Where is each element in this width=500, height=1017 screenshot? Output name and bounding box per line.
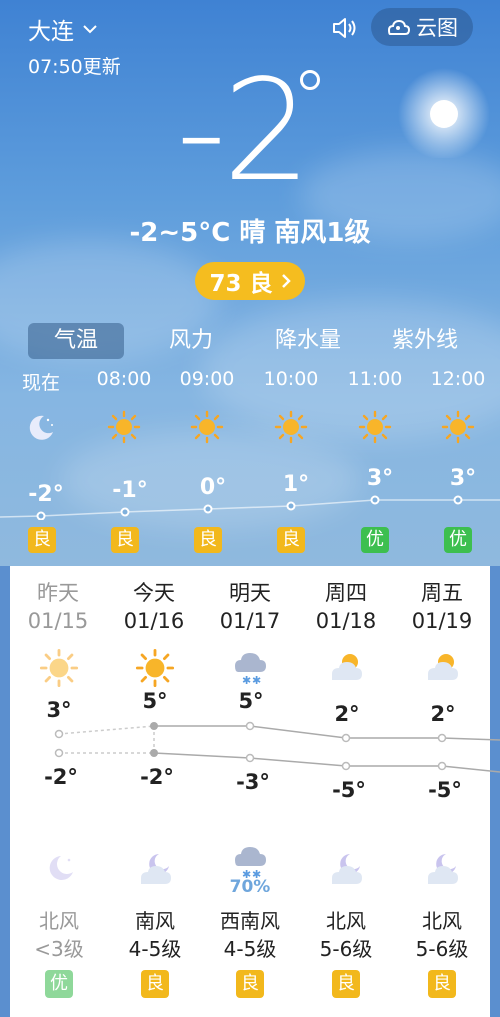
- hour-time: 09:00: [179, 368, 235, 390]
- cloud-map-label: 云图: [416, 16, 458, 40]
- svg-text:✱: ✱: [242, 674, 251, 687]
- tab-temperature[interactable]: 气温: [28, 323, 124, 359]
- air-quality-badge: 良: [141, 970, 169, 998]
- snow-cloud-icon: ✱ ✱: [235, 653, 266, 687]
- day-date: 01/18: [315, 609, 377, 633]
- hour-temp: 3°: [449, 466, 477, 491]
- day-wind: 北风: [422, 909, 462, 933]
- air-quality-badge: 优: [361, 527, 389, 553]
- day-wind-level: 4-5级: [128, 937, 182, 961]
- sun-icon: [135, 648, 175, 688]
- day-low-temp: -5°: [332, 778, 366, 802]
- hour-temp: -2°: [28, 482, 64, 507]
- day-low-temp: -2°: [44, 765, 78, 789]
- hour-time: 10:00: [263, 368, 319, 390]
- hour-temp: 3°: [366, 466, 394, 491]
- air-quality-badge: 良: [332, 970, 360, 998]
- day-date: 01/17: [219, 609, 281, 633]
- moon-cloud-icon: [428, 854, 458, 884]
- hour-time: 11:00: [347, 368, 403, 390]
- hour-temp: -1°: [112, 478, 148, 503]
- day-low-temp: -5°: [428, 778, 462, 802]
- city-name: 大连: [28, 19, 74, 45]
- air-quality-badge: 良: [194, 527, 222, 553]
- chevron-down-icon: [83, 25, 97, 34]
- day-name: 周五: [421, 581, 463, 605]
- moon-cloud-icon: [332, 854, 362, 884]
- moon-cloud-icon: [49, 856, 73, 880]
- day-name: 周四: [325, 581, 367, 605]
- moon-cloud-icon: [141, 854, 171, 884]
- air-quality-badge: 良: [111, 527, 139, 553]
- hour-time: 现在: [21, 372, 60, 394]
- day-date: 01/15: [27, 609, 89, 633]
- tab-wind[interactable]: 风力: [146, 323, 236, 359]
- day-wind-level: 5-6级: [415, 937, 469, 961]
- tab-precipitation[interactable]: 降水量: [258, 323, 358, 359]
- snow-cloud-icon: ✱ ✱: [235, 847, 266, 881]
- day-name: 今天: [133, 581, 175, 605]
- day-wind: 西南风: [220, 909, 280, 933]
- sun-cloud-icon: [428, 654, 458, 680]
- aqi-badge[interactable]: 73 良: [195, 262, 305, 300]
- day-low-temp: -3°: [236, 770, 270, 794]
- sun-icon: [107, 410, 141, 444]
- sun-icon: [441, 410, 475, 444]
- cloud-map-button[interactable]: 云图: [371, 8, 473, 46]
- hour-time: 12:00: [430, 368, 486, 390]
- precipitation-chance: 70%: [229, 877, 271, 897]
- sun-glare-icon: [398, 68, 490, 158]
- speaker-icon[interactable]: [330, 14, 358, 42]
- chevron-right-icon: [281, 274, 291, 288]
- day-wind: 南风: [135, 909, 175, 933]
- degree-symbol: [300, 70, 320, 90]
- hour-temp: 0°: [199, 475, 227, 500]
- tab-uv[interactable]: 紫外线: [375, 323, 475, 359]
- air-quality-badge: 良: [236, 970, 264, 998]
- day-wind-level: <3级: [34, 937, 84, 961]
- air-quality-badge: 良: [428, 970, 456, 998]
- cloud-map-icon: [387, 19, 410, 35]
- sun-icon: [39, 648, 79, 688]
- weather-summary: -2~5°C 晴 南风1级: [129, 218, 371, 248]
- moon-icon: [29, 415, 53, 440]
- sun-cloud-icon: [332, 654, 362, 680]
- day-name: 明天: [229, 581, 271, 605]
- sun-icon: [190, 410, 224, 444]
- day-wind: 北风: [39, 909, 79, 933]
- air-quality-badge: 优: [444, 527, 472, 553]
- day-wind: 北风: [326, 909, 366, 933]
- aqi-label: 73 良: [209, 271, 273, 297]
- day-name: 昨天: [37, 581, 79, 605]
- city-selector[interactable]: 大连: [28, 12, 98, 46]
- day-low-temp: -2°: [140, 765, 174, 789]
- air-quality-badge: 良: [277, 527, 305, 553]
- day-date: 01/19: [411, 609, 473, 633]
- day-wind-level: 5-6级: [319, 937, 373, 961]
- air-quality-badge: 优: [45, 970, 73, 998]
- svg-text:✱: ✱: [252, 674, 261, 687]
- day-date: 01/16: [123, 609, 185, 633]
- day-wind-level: 4-5级: [223, 937, 277, 961]
- sun-icon: [358, 410, 392, 444]
- air-quality-badge: 良: [28, 527, 56, 553]
- update-time: 07:50更新: [28, 56, 121, 78]
- hour-time: 08:00: [96, 368, 152, 390]
- hour-temp: 1°: [282, 472, 310, 497]
- current-temperature: -2: [176, 50, 312, 213]
- sun-icon: [274, 410, 308, 444]
